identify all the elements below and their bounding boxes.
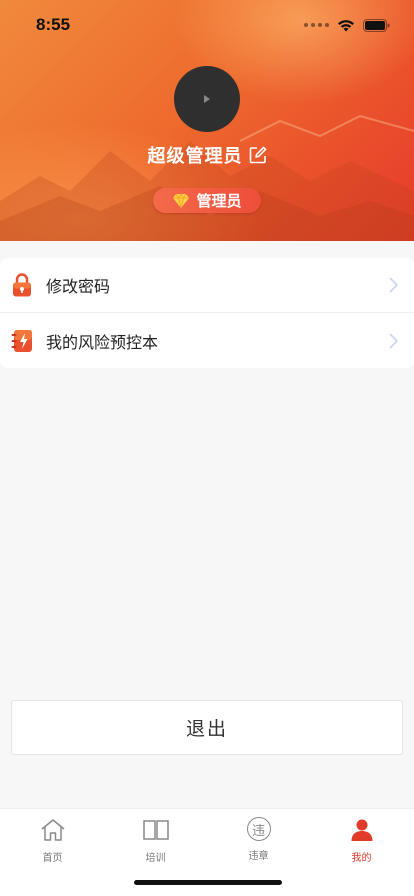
- user-icon: [349, 817, 375, 843]
- menu-item-label: 修改密码: [46, 277, 111, 296]
- menu-item-risk-notebook[interactable]: 我的风险预控本: [0, 313, 414, 368]
- diamond-icon: [173, 192, 190, 208]
- lock-icon: [10, 272, 34, 298]
- book-icon: [142, 817, 169, 843]
- status-icons: [304, 18, 390, 32]
- home-indicator[interactable]: [134, 880, 282, 885]
- edit-icon[interactable]: [249, 146, 267, 164]
- tab-training[interactable]: 培训: [104, 817, 207, 871]
- tab-home[interactable]: 首页: [1, 817, 104, 871]
- play-icon: [204, 95, 210, 103]
- chevron-right-icon: [389, 332, 399, 349]
- username: 超级管理员: [147, 146, 243, 167]
- notebook-icon: [10, 328, 34, 354]
- tab-violations[interactable]: 违 违章: [207, 817, 310, 871]
- menu-item-change-password[interactable]: 修改密码: [0, 258, 414, 313]
- tab-label: 违章: [248, 851, 269, 862]
- logout-button[interactable]: 退出: [11, 700, 403, 755]
- status-time: 8:55: [36, 15, 71, 34]
- role-badge: 管理员: [153, 188, 261, 213]
- username-row: 超级管理员: [0, 140, 414, 170]
- wifi-icon: [338, 19, 354, 31]
- home-icon: [40, 817, 66, 843]
- chevron-right-icon: [389, 277, 399, 293]
- battery-icon: [363, 18, 390, 32]
- violation-icon-text: 违: [251, 823, 265, 839]
- signal-dots-icon: [304, 23, 329, 27]
- role-label: 管理员: [196, 192, 242, 210]
- avatar[interactable]: [174, 66, 240, 132]
- profile-header: 8:55 超级管理员 管理员: [0, 0, 414, 241]
- settings-menu: 修改密码 我的风险预控本: [0, 258, 414, 368]
- status-bar: 8:55: [0, 0, 414, 50]
- menu-item-label: 我的风险预控本: [46, 332, 159, 352]
- violation-icon: 违: [246, 817, 271, 841]
- tab-label: 培训: [145, 853, 166, 864]
- tab-label: 我的: [351, 853, 372, 864]
- tab-label: 首页: [42, 853, 63, 864]
- tab-mine[interactable]: 我的: [310, 817, 413, 871]
